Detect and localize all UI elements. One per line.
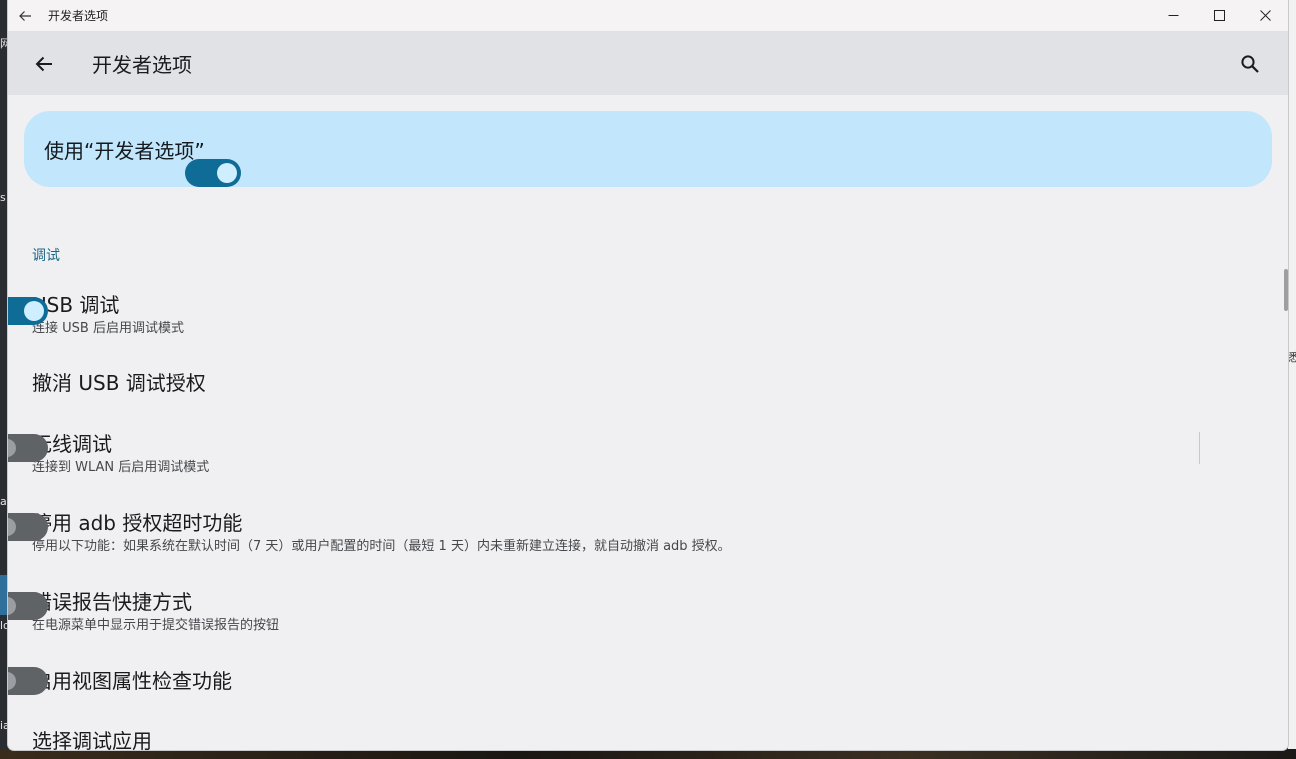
pref-summary: 连接 USB 后启用调试模式 [32, 321, 184, 336]
pref-title: 选择调试应用 [32, 729, 152, 750]
pref-title: 撤消 USB 调试授权 [32, 371, 206, 395]
master-switch[interactable] [184, 159, 241, 187]
settings-list[interactable]: 使用“开发者选项” 调试 USB 调试 连接 USB 后启用调试模式 撤消 US… [8, 95, 1288, 750]
pref-revoke-usb-authorizations[interactable]: 撤消 USB 调试授权 [8, 353, 1288, 413]
desktop-bottom-edge [0, 749, 1296, 759]
adb-auth-timeout-switch[interactable] [8, 513, 48, 541]
switch-thumb [8, 518, 16, 536]
pref-title: 错误报告快捷方式 [32, 590, 192, 614]
desktop-left-edge [0, 0, 8, 759]
scrollbar[interactable] [1284, 269, 1288, 311]
switch-thumb [216, 163, 237, 183]
maximize-button[interactable] [1196, 0, 1242, 31]
desktop-right-edge [1288, 0, 1296, 759]
back-arrow-icon [35, 56, 52, 71]
pref-bug-report-shortcut[interactable]: 错误报告快捷方式 在电源菜单中显示用于提交错误报告的按钮 [8, 582, 1288, 642]
section-header-debugging: 调试 [32, 248, 60, 264]
pref-summary: 连接到 WLAN 后启用调试模式 [32, 460, 210, 475]
window-titlebar[interactable]: 开发者选项 [8, 0, 1288, 32]
switch-thumb [8, 597, 16, 615]
desktop-text-fragment: 悉 [1288, 351, 1296, 364]
divider [1199, 432, 1200, 464]
pref-usb-debugging[interactable]: USB 调试 连接 USB 后启用调试模式 [8, 285, 1288, 345]
desktop-text-fragment: a [0, 495, 7, 508]
wireless-debugging-switch[interactable] [8, 434, 48, 462]
desktop-text-fragment: s [0, 191, 6, 204]
search-button[interactable] [1226, 40, 1274, 88]
developer-options-master-toggle[interactable]: 使用“开发者选项” [24, 111, 1272, 187]
minimize-icon [1168, 15, 1178, 16]
pref-title: 停用 adb 授权超时功能 [32, 511, 243, 535]
master-toggle-label: 使用“开发者选项” [44, 138, 205, 163]
view-attribute-inspection-switch[interactable] [8, 667, 48, 695]
switch-thumb [8, 672, 16, 690]
switch-thumb [8, 439, 16, 457]
app-window: 开发者选项 开发者选项 使用“开发者选项” 调试 USB 调试 连接 USB 后… [8, 0, 1288, 750]
pref-view-attribute-inspection[interactable]: 启用视图属性检查功能 [8, 651, 1288, 711]
pref-select-debug-app[interactable]: 选择调试应用 [8, 711, 1288, 750]
switch-thumb [24, 301, 44, 321]
close-icon [1259, 10, 1271, 21]
pref-summary: 停用以下功能：如果系统在默认时间（7 天）或用户配置的时间（最短 1 天）内未重… [32, 539, 731, 554]
pref-summary: 在电源菜单中显示用于提交错误报告的按钮 [32, 618, 280, 633]
desktop-taskbar-icon [0, 575, 8, 615]
usb-debugging-switch[interactable] [8, 297, 48, 325]
search-icon [1241, 55, 1259, 73]
pref-disable-adb-auth-timeout[interactable]: 停用 adb 授权超时功能 停用以下功能：如果系统在默认时间（7 天）或用户配置… [8, 503, 1288, 563]
window-controls [1150, 0, 1288, 31]
window-title: 开发者选项 [48, 9, 109, 23]
page-title: 开发者选项 [92, 53, 192, 77]
maximize-icon [1213, 10, 1225, 21]
app-bar: 开发者选项 [8, 32, 1288, 95]
titlebar-back-button[interactable] [8, 0, 42, 31]
bug-report-shortcut-switch[interactable] [8, 592, 48, 620]
back-arrow-icon [19, 10, 31, 21]
minimize-button[interactable] [1150, 0, 1196, 31]
navigate-up-button[interactable] [16, 40, 72, 88]
close-button[interactable] [1242, 0, 1288, 31]
pref-wireless-debugging[interactable]: 无线调试 连接到 WLAN 后启用调试模式 [8, 424, 1288, 484]
pref-title: 启用视图属性检查功能 [32, 669, 232, 693]
